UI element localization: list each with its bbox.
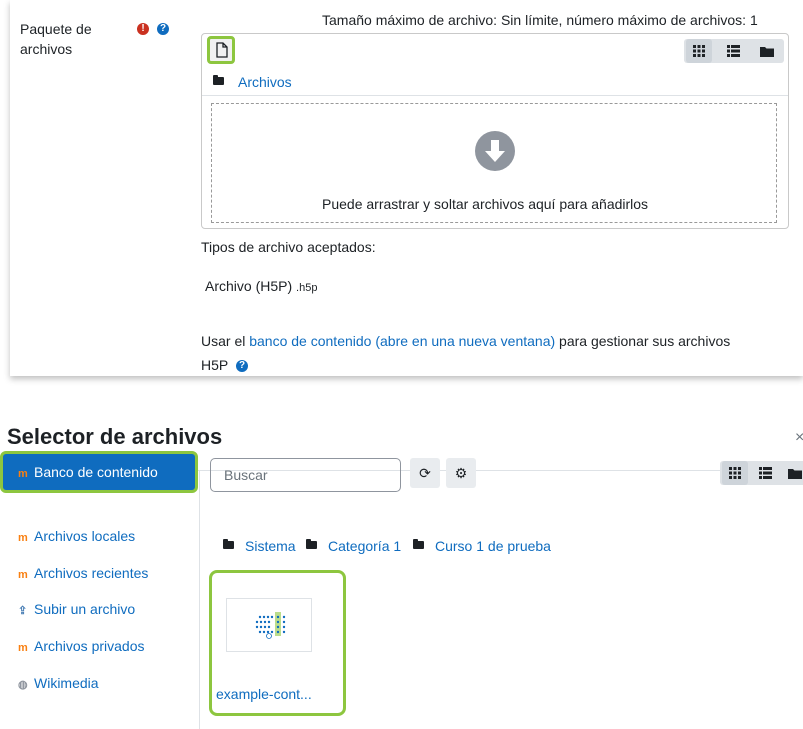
file-name[interactable]: example-cont... — [216, 684, 312, 704]
folder-icon — [413, 539, 424, 549]
sidebar-item-recent-files[interactable]: m Archivos recientes — [18, 563, 148, 583]
sidebar-item-private-files[interactable]: m Archivos privados — [18, 636, 145, 656]
grid-view-icon[interactable] — [722, 461, 748, 485]
accepted-types-label: Tipos de archivo aceptados: — [201, 239, 376, 255]
folder-icon — [213, 75, 224, 85]
exclamation-icon: ! — [137, 23, 149, 35]
accepted-type: Archivo (H5P) .h5p — [205, 278, 318, 294]
content-bank-note-line2: H5P — [201, 357, 229, 373]
moodle-icon: m — [18, 642, 28, 654]
search-input[interactable]: Buscar — [210, 458, 401, 492]
dialog-title: Selector de archivos — [7, 424, 223, 449]
folder-icon — [223, 539, 234, 549]
h5p-content-icon — [255, 612, 286, 639]
moodle-icon: m — [18, 569, 28, 581]
folder-icon — [306, 539, 317, 549]
sidebar-item-label[interactable]: m Banco de contenido — [18, 462, 158, 482]
content-bank-note: Usar el banco de contenido (abre en una … — [201, 333, 731, 349]
folder-view-icon[interactable] — [782, 461, 803, 485]
max-size-text: Tamaño máximo de archivo: Sin límite, nú… — [322, 12, 758, 28]
close-icon[interactable]: × — [795, 429, 803, 447]
breadcrumb-item[interactable]: Curso 1 de prueba — [435, 536, 551, 556]
folder-link[interactable]: Archivos — [238, 72, 292, 92]
refresh-icon[interactable]: ⟳ — [410, 458, 440, 488]
download-arrow-icon — [474, 130, 516, 177]
list-view-icon[interactable] — [720, 39, 746, 63]
moodle-icon: m — [18, 468, 28, 480]
upload-icon: ⇪ — [18, 605, 28, 617]
file-thumbnail — [226, 598, 312, 652]
breadcrumb-item[interactable]: Sistema — [245, 536, 296, 556]
divider — [202, 95, 788, 96]
breadcrumb-item[interactable]: Categoría 1 — [328, 536, 401, 556]
sidebar-divider — [199, 471, 200, 729]
file-icon — [216, 42, 228, 58]
grid-view-icon[interactable] — [686, 39, 712, 63]
question-icon[interactable]: ? — [236, 360, 248, 372]
folder-view-icon[interactable] — [754, 39, 780, 63]
view-mode-group — [720, 461, 803, 485]
drop-hint: Puede arrastrar y soltar archivos aquí p… — [322, 196, 649, 212]
question-icon[interactable]: ? — [157, 23, 169, 35]
wikimedia-icon: ◍ — [18, 679, 28, 691]
add-file-button[interactable] — [207, 36, 235, 64]
field-label: Paquete de archivos — [20, 21, 92, 57]
content-bank-link[interactable]: banco de contenido (abre en una nueva ve… — [249, 333, 555, 349]
sidebar-item-wikimedia[interactable]: ◍ Wikimedia — [18, 673, 99, 693]
sidebar-item-local-files[interactable]: m Archivos locales — [18, 526, 135, 546]
sidebar-item-upload[interactable]: ⇪ Subir un archivo — [18, 599, 135, 619]
list-view-icon[interactable] — [752, 461, 778, 485]
view-mode-group — [684, 39, 784, 63]
moodle-icon: m — [18, 532, 28, 544]
breadcrumb: Sistema Categoría 1 Curso 1 de prueba — [220, 536, 780, 556]
settings-icon[interactable]: ⚙ — [446, 458, 476, 488]
